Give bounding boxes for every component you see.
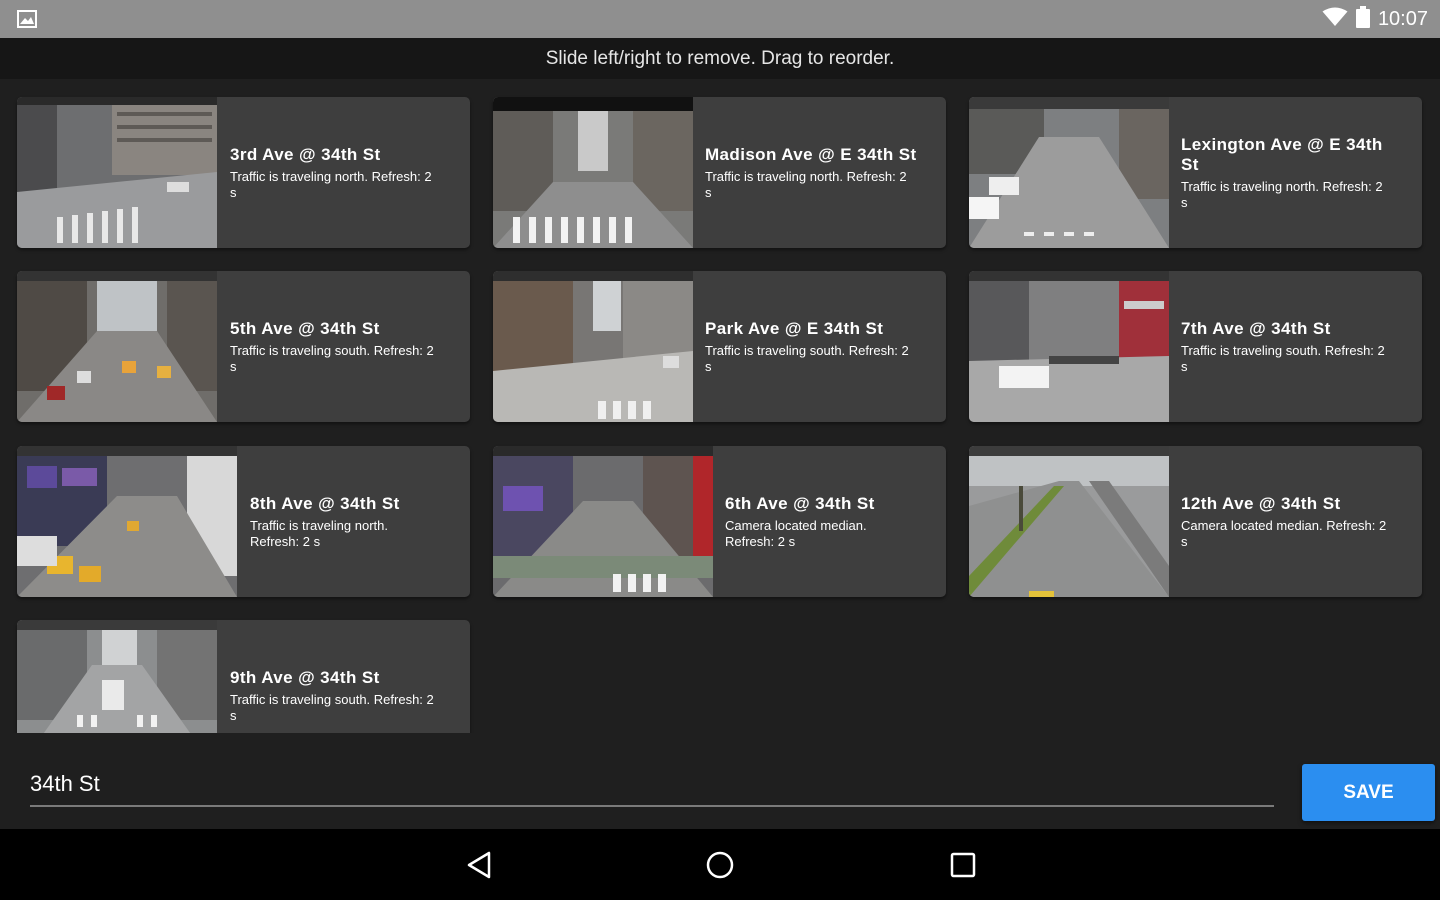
camera-thumbnail (17, 620, 217, 733)
camera-thumbnail (969, 446, 1169, 597)
camera-card[interactable]: Madison Ave @ E 34th St Traffic is trave… (493, 97, 946, 248)
camera-card[interactable]: Lexington Ave @ E 34th St Traffic is trav… (969, 97, 1422, 248)
camera-description: Traffic is traveling north. Refresh: 2s (1181, 178, 1383, 210)
camera-title: 3rd Ave @ 34th St (230, 144, 381, 164)
save-button[interactable]: SAVE (1302, 764, 1435, 821)
camera-description: Traffic is traveling south. Refresh: 2s (230, 691, 434, 723)
camera-card[interactable]: 9th Ave @ 34th St Traffic is traveling s… (17, 620, 470, 733)
camera-thumbnail (17, 97, 217, 248)
home-icon[interactable] (700, 845, 740, 885)
camera-card[interactable]: Park Ave @ E 34th St Traffic is travelin… (493, 271, 946, 422)
recents-icon[interactable] (943, 845, 983, 885)
camera-thumbnail (493, 271, 693, 422)
camera-description: Traffic is traveling north. Refresh: 2 s (250, 517, 388, 549)
camera-description: Traffic is traveling south. Refresh: 2s (705, 342, 909, 374)
camera-card[interactable]: 12th Ave @ 34th St Camera located median… (969, 446, 1422, 597)
instruction-text: Slide left/right to remove. Drag to reor… (545, 47, 895, 69)
image-icon (17, 10, 37, 28)
instruction-banner: Slide left/right to remove. Drag to reor… (0, 38, 1440, 79)
camera-title: 6th Ave @ 34th St (725, 493, 875, 513)
wifi-icon (1322, 7, 1348, 32)
camera-thumbnail (969, 97, 1169, 248)
back-icon[interactable] (459, 845, 499, 885)
collection-name-input[interactable] (30, 763, 1274, 807)
camera-card[interactable]: 6th Ave @ 34th St Camera located median.… (493, 446, 946, 597)
camera-card[interactable]: 3rd Ave @ 34th St Traffic is traveling n… (17, 97, 470, 248)
camera-thumbnail (493, 97, 693, 248)
camera-card[interactable]: 8th Ave @ 34th St Traffic is traveling n… (17, 446, 470, 597)
camera-title: Lexington Ave @ E 34th St (1181, 134, 1383, 174)
clock: 10:07 (1377, 7, 1428, 30)
camera-description: Camera located median. Refresh: 2 s (725, 517, 867, 549)
camera-card[interactable]: 5th Ave @ 34th St Traffic is traveling s… (17, 271, 470, 422)
battery-icon (1355, 5, 1370, 33)
camera-title: Madison Ave @ E 34th St (705, 144, 917, 164)
camera-title: 8th Ave @ 34th St (250, 493, 400, 513)
camera-title: 7th Ave @ 34th St (1181, 318, 1331, 338)
camera-thumbnail (17, 446, 237, 597)
camera-title: 9th Ave @ 34th St (230, 667, 380, 687)
camera-description: Traffic is traveling south. Refresh: 2s (1181, 342, 1385, 374)
camera-thumbnail (493, 446, 713, 597)
camera-thumbnail (17, 271, 217, 422)
bottom-bar: SAVE (0, 733, 1440, 829)
camera-grid: 3rd Ave @ 34th St Traffic is traveling n… (0, 79, 1440, 733)
status-bar: 10:07 (0, 0, 1440, 38)
camera-description: Traffic is traveling north. Refresh: 2s (230, 168, 432, 200)
camera-title: 12th Ave @ 34th St (1181, 493, 1341, 513)
camera-description: Camera located median. Refresh: 2s (1181, 517, 1387, 549)
camera-title: Park Ave @ E 34th St (705, 318, 884, 338)
camera-description: Traffic is traveling north. Refresh: 2s (705, 168, 907, 200)
camera-card[interactable]: 7th Ave @ 34th St Traffic is traveling s… (969, 271, 1422, 422)
navigation-bar (0, 829, 1440, 900)
camera-title: 5th Ave @ 34th St (230, 318, 380, 338)
camera-thumbnail (969, 271, 1169, 422)
camera-description: Traffic is traveling south. Refresh: 2s (230, 342, 434, 374)
